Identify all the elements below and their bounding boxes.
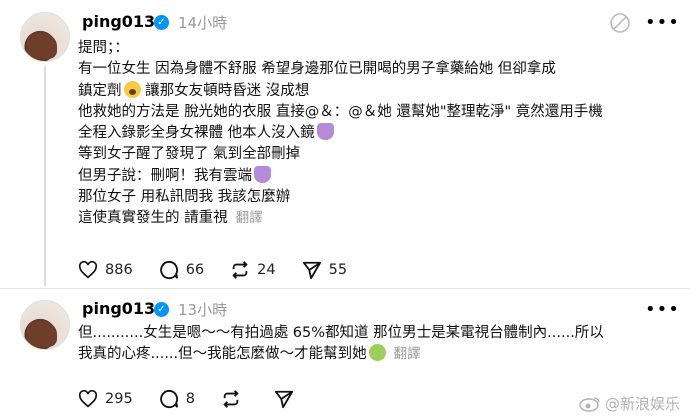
shrug-emoji-icon xyxy=(316,123,334,141)
post-line: 提問；： xyxy=(78,40,129,56)
comment-count: 8 xyxy=(185,391,195,407)
share-button[interactable]: 55 xyxy=(302,260,347,280)
comment-button[interactable]: 8 xyxy=(159,389,195,409)
more-options-icon[interactable]: ••• xyxy=(645,12,680,33)
share-count: 55 xyxy=(328,262,348,278)
comment-count: 66 xyxy=(185,262,205,278)
avatar[interactable] xyxy=(20,300,70,350)
post-line: 等到女子醒了發現了 氣到全部刪掉 xyxy=(78,146,301,163)
translate-link[interactable]: 翻譯 xyxy=(394,346,421,362)
divider xyxy=(0,288,690,289)
shrug-emoji-icon xyxy=(254,165,271,183)
post-line: 鎮定劑 讓那女友頓時昏迷 沒成想 xyxy=(78,80,603,102)
watermark: @新浪娱乐 xyxy=(579,393,680,414)
post-line: 他救她的方法是 脫光她的衣服 直接@＆：@＆她 還幫她"整理乾淨" 竟然還用手機 xyxy=(78,103,603,120)
like-count: 886 xyxy=(105,262,133,278)
post-text: 這使真實發生的 請重視 xyxy=(78,210,228,227)
comment-icon xyxy=(159,260,178,280)
mute-icon[interactable] xyxy=(609,12,631,38)
like-count: 295 xyxy=(105,391,133,407)
post-line: 這使真實發生的 請重視 翻譯 xyxy=(78,208,603,229)
repost-button[interactable] xyxy=(221,389,248,409)
post-text: 鎮定劑 xyxy=(78,82,122,99)
post-text: 讓那女友頓時昏迷 沒成想 xyxy=(145,82,310,99)
translate-link[interactable]: 翻譯 xyxy=(236,210,263,226)
heart-icon xyxy=(78,261,98,279)
post-text: 全程入錄影全身女裸體 他本人沒入鏡 xyxy=(78,125,315,142)
send-icon xyxy=(274,390,294,409)
crying-face-emoji-icon xyxy=(368,344,386,362)
send-icon xyxy=(302,261,321,280)
watermark-text: @新浪娱乐 xyxy=(604,395,680,413)
post-line: 但男子說：刪啊！我有雲端 xyxy=(78,165,603,187)
repost-count: 24 xyxy=(257,262,276,278)
post-line: 但...........女生是嗯～～有拍過處 65%都知道 那位男士是某電視台體… xyxy=(78,325,604,341)
post-line: 我真的心疼......但～我能怎麼做～才能幫到她 翻譯 xyxy=(78,344,604,365)
verified-badge-icon: ✓ xyxy=(154,15,169,30)
post-text: 但男子說：刪啊！我有雲端 xyxy=(78,167,252,184)
post-line: 全程入錄影全身女裸體 他本人沒入鏡 xyxy=(78,123,603,144)
thread-connector-line xyxy=(44,66,46,286)
like-button[interactable]: 886 xyxy=(78,261,133,279)
post-actions: 886 66 24 55 xyxy=(78,260,373,280)
avatar[interactable] xyxy=(20,12,70,62)
weibo-logo-icon xyxy=(579,396,600,412)
comment-button[interactable]: 66 xyxy=(159,260,204,280)
share-button[interactable] xyxy=(274,389,301,409)
post-text: 我真的心疼......但～我能怎麼做～才能幫到她 xyxy=(78,346,367,363)
post-body: 提問；： 有一位女生 因為身體不舒服 希望身邊那位已開喝的男子拿藥給她 但卻拿成… xyxy=(78,38,603,230)
verified-badge-icon: ✓ xyxy=(154,302,169,317)
post-line: 有一位女生 因為身體不舒服 希望身邊那位已開喝的男子拿藥給她 但卻拿成 xyxy=(78,61,556,78)
more-options-icon[interactable]: ••• xyxy=(645,299,680,320)
post-actions: 295 8 xyxy=(78,389,327,409)
heart-icon xyxy=(78,390,98,408)
repost-icon xyxy=(232,261,248,279)
timestamp: 13小時 xyxy=(178,301,228,319)
shocked-face-emoji-icon xyxy=(123,80,141,98)
post-body: 但...........女生是嗯～～有拍過處 65%都知道 那位男士是某電視台體… xyxy=(78,323,604,366)
like-button[interactable]: 295 xyxy=(78,390,133,408)
comment-icon xyxy=(159,389,178,409)
repost-icon xyxy=(223,390,239,408)
timestamp: 14小時 xyxy=(178,14,228,32)
repost-button[interactable]: 24 xyxy=(230,260,276,280)
post-line: 那位女子 用私訊問我 我該怎麼辦 xyxy=(78,189,291,206)
